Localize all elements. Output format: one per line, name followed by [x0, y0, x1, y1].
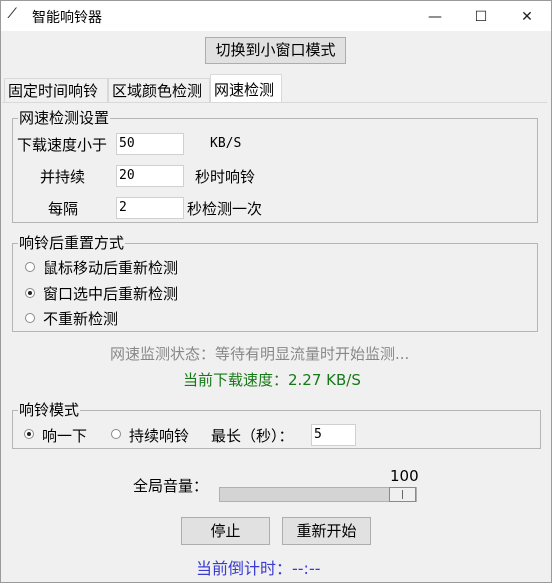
interval-unit-label: 秒检测一次 — [187, 200, 263, 218]
current-speed-text: 当前下载速度：2.27 KB/S — [183, 371, 361, 389]
download-speed-label: 下载速度小于 — [17, 136, 108, 154]
reset-window-select-label[interactable]: 窗口选中后重新检测 — [43, 283, 178, 304]
tab-network-speed[interactable]: 网速检测 — [210, 74, 282, 103]
duration-label: 并持续 — [40, 168, 86, 186]
max-duration-label: 最长（秒）： — [211, 427, 294, 445]
speed-unit-label: KB/S — [210, 136, 242, 151]
monitor-status-text: 网速监测状态：等待有明显流量时开始监测... — [110, 345, 410, 363]
volume-slider-track[interactable] — [219, 487, 417, 502]
countdown-text: 当前倒计时：--:-- — [196, 559, 321, 578]
volume-slider-thumb[interactable] — [389, 487, 416, 502]
feather-icon: ⁄ — [11, 6, 14, 22]
volume-value: 100 — [390, 467, 419, 485]
reset-none-radio[interactable] — [25, 313, 35, 323]
reset-none-label[interactable]: 不重新检测 — [43, 308, 118, 329]
tab-fixed-time[interactable]: 固定时间响铃 — [4, 78, 108, 102]
minimize-button[interactable]: — — [412, 2, 458, 32]
speed-threshold-input[interactable]: 50 — [116, 133, 184, 155]
speed-settings-group: 网速检测设置 — [12, 111, 538, 223]
ring-continuous-radio[interactable] — [111, 429, 121, 439]
maximize-button[interactable]: ☐ — [458, 2, 504, 32]
interval-label: 每隔 — [48, 200, 79, 218]
restart-button[interactable]: 重新开始 — [282, 517, 371, 545]
speed-settings-title: 网速检测设置 — [19, 109, 110, 127]
stop-button[interactable]: 停止 — [181, 517, 270, 545]
duration-input[interactable]: 20 — [116, 165, 184, 187]
ring-continuous-label[interactable]: 持续响铃 — [129, 425, 189, 446]
ring-once-label[interactable]: 响一下 — [42, 425, 87, 446]
max-duration-input[interactable]: 5 — [311, 424, 356, 446]
duration-unit-label: 秒时响铃 — [195, 168, 256, 186]
tab-region-color[interactable]: 区域颜色检测 — [108, 78, 210, 102]
reset-window-select-radio[interactable] — [25, 288, 35, 298]
reset-mouse-move-label[interactable]: 鼠标移动后重新检测 — [43, 257, 178, 278]
reset-mode-title: 响铃后重置方式 — [19, 234, 125, 252]
interval-input[interactable]: 2 — [116, 197, 184, 219]
ring-once-radio[interactable] — [24, 429, 34, 439]
reset-mouse-move-radio[interactable] — [25, 262, 35, 272]
switch-mini-mode-button[interactable]: 切换到小窗口模式 — [205, 37, 346, 64]
volume-label: 全局音量： — [133, 477, 209, 495]
ring-mode-title: 响铃模式 — [19, 401, 80, 419]
window-title: 智能响铃器 — [32, 10, 102, 26]
close-button[interactable]: ✕ — [504, 2, 550, 32]
title-bar: ⁄ 智能响铃器 — ☐ ✕ — [1, 1, 551, 31]
